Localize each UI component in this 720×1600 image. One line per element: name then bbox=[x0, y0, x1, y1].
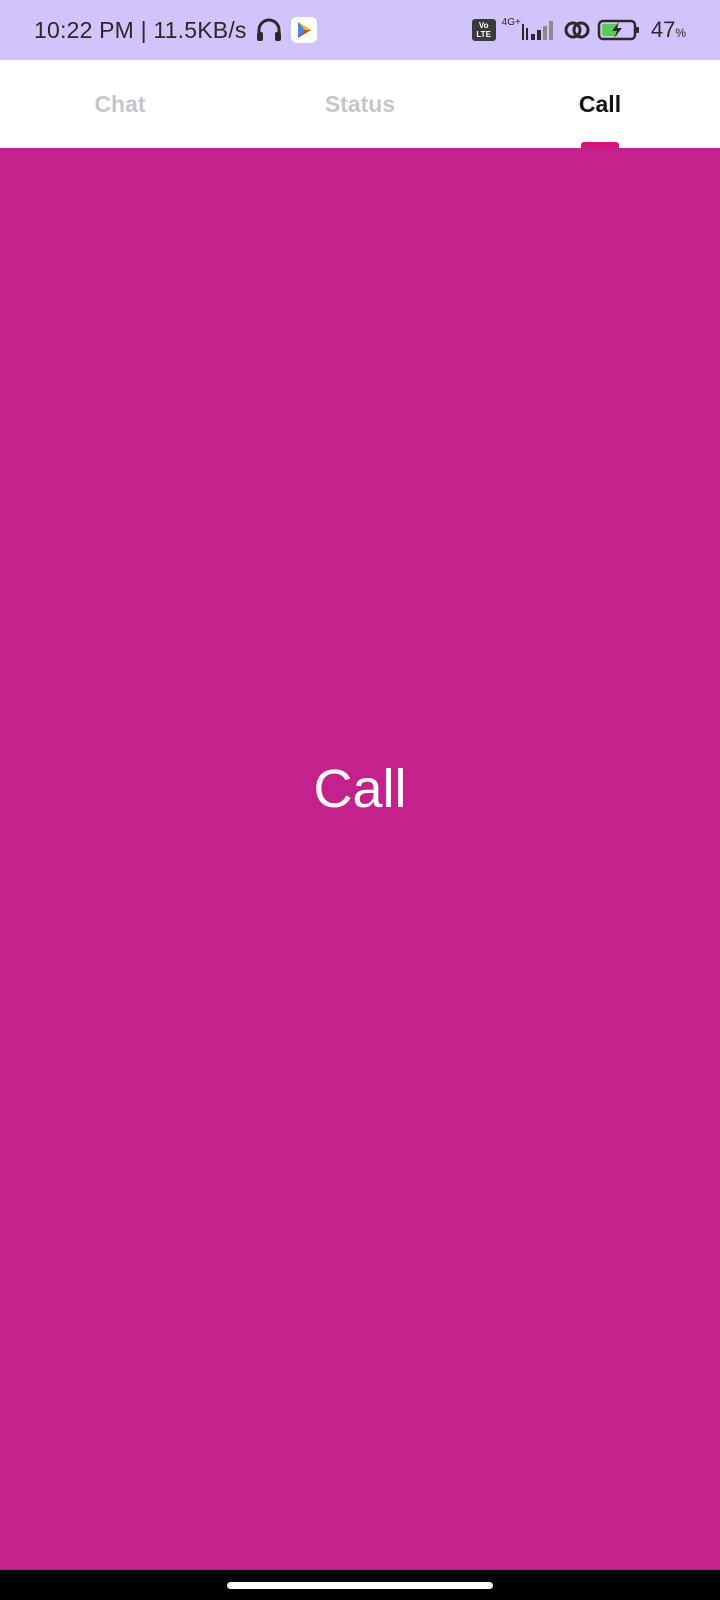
status-left: 10:22 PM | 11.5KB/s bbox=[34, 17, 317, 44]
play-store-icon bbox=[290, 17, 317, 43]
tab-status[interactable]: Status bbox=[240, 60, 480, 148]
page-content-text: Call bbox=[313, 759, 407, 819]
volte-top-label: Vo bbox=[478, 21, 489, 30]
volte-bottom-label: LTE bbox=[476, 30, 491, 39]
battery-value: 47 bbox=[650, 17, 676, 42]
home-gesture-handle[interactable] bbox=[227, 1581, 493, 1589]
battery-percent: 47% bbox=[651, 17, 686, 43]
tab-call-label: Call bbox=[578, 90, 622, 117]
headphones-icon bbox=[255, 17, 283, 43]
tab-call[interactable]: Call bbox=[480, 60, 720, 148]
status-right: Vo LTE 4G+ 47% bbox=[471, 16, 686, 43]
hotspot-icon bbox=[563, 18, 591, 42]
call-page: Call bbox=[0, 148, 720, 1570]
network-type: 4G+ bbox=[501, 16, 521, 28]
tab-bar: Chat Status Call bbox=[0, 60, 720, 148]
signal-icon bbox=[521, 18, 557, 42]
tab-status-label: Status bbox=[324, 90, 396, 117]
navigation-bar bbox=[0, 1570, 720, 1600]
battery-charging-icon bbox=[597, 18, 641, 42]
tab-chat-label: Chat bbox=[94, 90, 146, 117]
status-time: 10:22 PM | 11.5KB/s bbox=[34, 16, 247, 43]
volte-icon: Vo LTE bbox=[471, 19, 496, 41]
tab-chat[interactable]: Chat bbox=[0, 60, 240, 148]
battery-unit: % bbox=[675, 26, 686, 40]
status-bar: 10:22 PM | 11.5KB/s Vo LTE 4G+ 47% bbox=[0, 0, 720, 60]
